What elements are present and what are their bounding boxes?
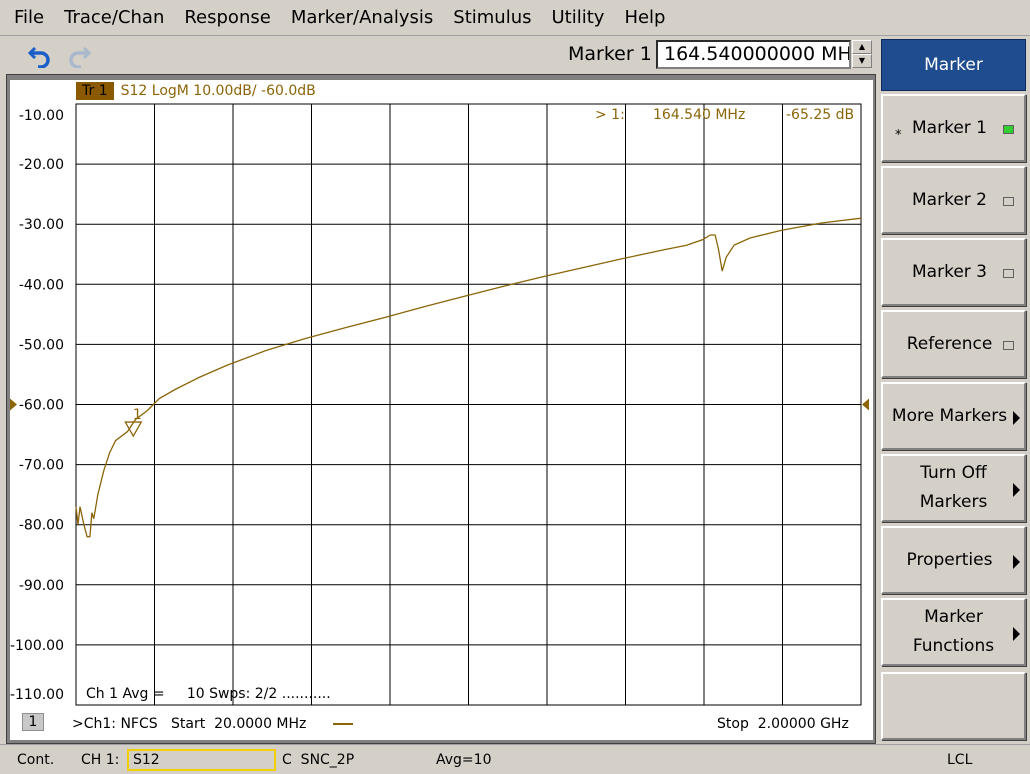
y-tick-label: -90.00: [19, 578, 64, 594]
spin-up-button[interactable]: ▲: [852, 40, 872, 54]
softkey-label: More Markers: [891, 405, 1008, 426]
menu-file[interactable]: File: [14, 7, 44, 28]
y-tick-labels: -10.00 -20.00 -30.00 -40.00 -50.00 -60.00 -70.…: [10, 108, 64, 703]
y-tick-label: -40.00: [19, 277, 64, 293]
active-marker-star: *: [895, 128, 902, 143]
menu-utility[interactable]: Utility: [551, 7, 604, 28]
reference-level-right-icon: [862, 398, 869, 411]
grid: [75, 103, 862, 706]
redo-icon[interactable]: [66, 42, 92, 68]
marker-spinner: ▲ ▼: [852, 40, 872, 69]
channel-number-badge[interactable]: 1: [22, 713, 44, 731]
turn-off-markers-button[interactable]: Turn Off Markers: [881, 454, 1026, 522]
softkey-label: Reference: [906, 333, 993, 354]
undo-icon[interactable]: [27, 42, 53, 68]
softkey-label: Properties: [906, 549, 993, 570]
marker-field-label: Marker 1: [568, 43, 652, 65]
menu-stimulus[interactable]: Stimulus: [453, 7, 531, 28]
marker-3-indicator-icon: [1003, 269, 1014, 278]
stop-frequency: Stop 2.00000 GHz: [717, 716, 849, 732]
menu-trace-chan[interactable]: Trace/Chan: [64, 7, 164, 28]
marker-frequency-input[interactable]: 164.540000000 MHz: [656, 40, 851, 69]
submenu-arrow-icon: [1013, 483, 1020, 497]
sweep-mode[interactable]: Cont.: [17, 752, 54, 768]
marker-2-button[interactable]: Marker 2: [881, 166, 1026, 234]
local-remote-status: LCL: [947, 752, 973, 768]
channel-start-info: >Ch1: NFCS Start 20.0000 MHz: [72, 716, 307, 732]
y-tick-label: -10.00: [19, 108, 64, 124]
y-tick-label: -30.00: [19, 217, 64, 233]
reference-indicator-icon: [1003, 341, 1014, 350]
submenu-arrow-icon: [1013, 555, 1020, 569]
trace-format-label: S12 LogM 10.00dB/ -60.0dB: [120, 83, 316, 99]
calibration-status: C SNC_2P: [282, 752, 355, 768]
trace-chart[interactable]: -10.00 -20.00 -30.00 -40.00 -50.00 -60.00 -70.…: [10, 100, 876, 710]
y-tick-label: -50.00: [19, 337, 64, 353]
marker-number-label: 1: [133, 407, 142, 423]
softkey-panel: Marker * Marker 1 Marker 2 Marker 3 Refe…: [877, 36, 1030, 744]
softkey-header: Marker: [881, 39, 1026, 91]
submenu-arrow-icon: [1013, 411, 1020, 425]
blank-softkey[interactable]: [881, 672, 1026, 740]
softkey-label-line2: Markers: [919, 492, 988, 512]
softkey-label-line2: Functions: [912, 636, 995, 656]
softkey-label: Marker 3: [912, 261, 987, 282]
menu-help[interactable]: Help: [624, 7, 665, 28]
channel-label: CH 1:: [81, 752, 120, 768]
y-tick-label: -70.00: [19, 458, 64, 474]
marker-2-indicator-icon: [1003, 197, 1014, 206]
softkey-label-line1: Turn Off: [920, 463, 987, 483]
marker-triangle-icon[interactable]: [124, 421, 143, 438]
y-tick-label: -60.00: [19, 398, 64, 414]
reference-level-left-icon: [10, 398, 17, 411]
marker-readout-value: -65.25 dB: [786, 107, 854, 123]
menu-bar: File Trace/Chan Response Marker/Analysis…: [0, 0, 1030, 36]
softkey-label: Marker 2: [912, 189, 987, 210]
y-tick-label: -110.00: [10, 687, 64, 703]
softkey-label-line1: Marker: [924, 607, 983, 627]
toolbar: Marker 1 164.540000000 MHz ▲ ▼: [0, 36, 876, 74]
marker-1-indicator-icon: [1003, 125, 1014, 134]
y-tick-label: -20.00: [19, 157, 64, 173]
spin-down-button[interactable]: ▼: [852, 54, 872, 68]
submenu-arrow-icon: [1013, 627, 1020, 641]
y-tick-label: -100.00: [10, 638, 64, 654]
menu-marker-analysis[interactable]: Marker/Analysis: [291, 7, 433, 28]
marker-readout-freq: 164.540 MHz: [653, 107, 745, 123]
more-markers-button[interactable]: More Markers: [881, 382, 1026, 450]
status-bar: Cont. CH 1: S12 C SNC_2P Avg=10 LCL: [0, 744, 1030, 774]
marker-readout-id: > 1:: [595, 107, 625, 123]
marker-1-button[interactable]: * Marker 1: [881, 94, 1026, 162]
vna-window: File Trace/Chan Response Marker/Analysis…: [0, 0, 1030, 774]
reference-button[interactable]: Reference: [881, 310, 1026, 378]
trace-badge[interactable]: Tr 1: [76, 82, 114, 100]
marker-functions-button[interactable]: Marker Functions: [881, 598, 1026, 666]
measurement-parameter[interactable]: S12: [127, 749, 276, 771]
menu-response[interactable]: Response: [184, 7, 270, 28]
properties-button[interactable]: Properties: [881, 526, 1026, 594]
trace-legend-line: [333, 723, 353, 725]
y-tick-label: -80.00: [19, 518, 64, 534]
averaging-count: Avg=10: [436, 752, 492, 768]
marker-3-button[interactable]: Marker 3: [881, 238, 1026, 306]
softkey-label: Marker 1: [912, 117, 987, 138]
averaging-status: Ch 1 Avg = 10 Swps: 2/2 ...........: [86, 686, 331, 702]
trace-title[interactable]: Tr 1 S12 LogM 10.00dB/ -60.0dB: [76, 81, 316, 101]
